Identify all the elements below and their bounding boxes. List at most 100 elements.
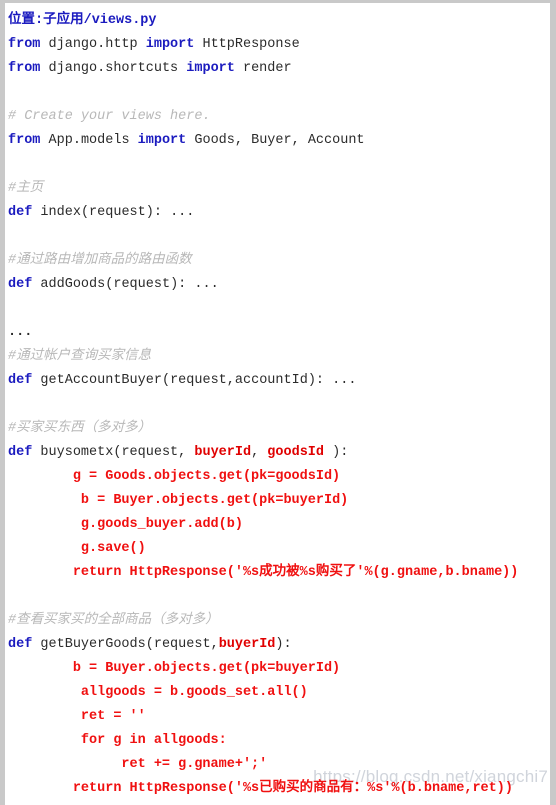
code-line-def: def getBuyerGoods(request,buyerId):: [8, 633, 550, 657]
code-line-highlight: for g in allgoods:: [8, 729, 550, 753]
code-token: request: [121, 445, 179, 460]
code-line: def addGoods(request): ...: [8, 273, 550, 297]
code-line-comment: #主页: [8, 177, 550, 201]
keyword-token: import: [137, 133, 187, 148]
code-line-comment: #通过路由增加商品的路由函数: [8, 249, 550, 273]
keyword-token: import: [186, 61, 235, 76]
code-token: (: [145, 637, 154, 652]
code-token: .: [72, 133, 81, 148]
keyword-token: from: [8, 61, 41, 76]
code-token: Buyer: [251, 133, 292, 148]
keyword-token: def: [8, 445, 33, 460]
code-line-highlight: g = Goods.objects.get(pk=goodsId): [8, 465, 550, 489]
code-line-highlight: return HttpResponse('%s成功被%s购买了'%(g.gnam…: [8, 561, 550, 585]
code-line-highlight: b = Buyer.objects.get(pk=buyerId): [8, 657, 550, 681]
code-line: from django.shortcuts import render: [8, 57, 550, 81]
code-line: def index(request): ...: [8, 201, 550, 225]
comment-text: #查看买家买的全部商品（多对多）: [8, 613, 219, 628]
code-token: buysometx: [40, 445, 114, 460]
code-token: shortcuts: [105, 61, 179, 76]
code-token: request: [153, 637, 211, 652]
code-line-comment: #通过帐户查询买家信息: [8, 345, 550, 369]
code-token: http: [105, 37, 138, 52]
code-token: request: [89, 205, 146, 220]
code-token: request: [113, 277, 171, 292]
highlighted-code: g = Goods.objects.get(pk=goodsId): [72, 469, 341, 484]
comment-text: #通过帐户查询买家信息: [8, 349, 152, 364]
keyword-token: def: [8, 373, 33, 388]
code-token: ):: [275, 637, 292, 652]
code-token: accountId: [234, 373, 308, 388]
highlighted-code: ret = '': [80, 709, 146, 724]
code-heading: 位置:子应用/views.py: [8, 9, 550, 33]
code-line-highlight: g.goods_buyer.add(b): [8, 513, 550, 537]
comment-text: #主页: [8, 181, 44, 196]
code-line-highlight: return HttpResponse('%s已购买的商品有：%s'%(b.bn…: [8, 777, 550, 801]
code-line-def: def buysometx(request, buyerId, goodsId …: [8, 441, 550, 465]
code-line-comment: #买家买东西（多对多）: [8, 417, 550, 441]
code-token: ): ...: [307, 373, 357, 388]
code-line-ellipsis: ...: [8, 321, 550, 345]
code-token: ,: [251, 445, 268, 460]
keyword-token: def: [8, 205, 33, 220]
code-line-highlight: ret = '': [8, 705, 550, 729]
code-token: (: [80, 205, 90, 220]
code-token: ,: [178, 445, 195, 460]
ellipsis-text: ...: [8, 325, 33, 340]
code-token: index: [40, 205, 81, 220]
param-token: goodsId: [267, 445, 325, 460]
param-token: buyerId: [218, 637, 276, 652]
code-token: getAccountBuyer: [40, 373, 162, 388]
code-token: ):: [324, 445, 349, 460]
code-token: HttpResponse: [202, 37, 300, 52]
code-line: def getAccountBuyer(request,accountId): …: [8, 369, 550, 393]
code-token: django: [48, 61, 98, 76]
highlighted-code: return HttpResponse('%s已购买的商品有：%s'%(b.bn…: [72, 781, 513, 796]
code-line-comment: #查看买家买的全部商品（多对多）: [8, 609, 550, 633]
highlighted-code: g.save(): [80, 541, 146, 556]
code-token: ,: [226, 373, 235, 388]
code-line-highlight: ret += g.gname+';': [8, 753, 550, 777]
heading-text: 位置:子应用/views.py: [8, 13, 157, 28]
code-block: 位置:子应用/views.py from django.http import H…: [5, 3, 550, 805]
highlighted-code: b = Buyer.objects.get(pk=buyerId): [72, 661, 341, 676]
highlighted-code: for g in allgoods:: [80, 733, 227, 748]
code-token: Account: [307, 133, 365, 148]
code-token: request: [170, 373, 227, 388]
highlighted-code: ret += g.gname+';': [121, 757, 268, 772]
code-line: from django.http import HttpResponse: [8, 33, 550, 57]
code-line-highlight: b = Buyer.objects.get(pk=buyerId): [8, 489, 550, 513]
keyword-token: from: [8, 37, 41, 52]
highlighted-code: b = Buyer.objects.get(pk=buyerId): [80, 493, 349, 508]
keyword-token: def: [8, 277, 33, 292]
code-token: (: [161, 373, 171, 388]
code-line-highlight: g.save(): [8, 537, 550, 561]
code-token: getBuyerGoods: [40, 637, 146, 652]
code-line: from App.models import Goods, Buyer, Acc…: [8, 129, 550, 153]
code-token: django: [48, 37, 98, 52]
code-line-comment: # Create your views here.: [8, 105, 550, 129]
comment-text: #买家买东西（多对多）: [8, 421, 152, 436]
code-token: render: [242, 61, 292, 76]
comment-text: #通过路由增加商品的路由函数: [8, 253, 192, 268]
code-token: App: [48, 133, 73, 148]
code-token: models: [80, 133, 130, 148]
keyword-token: from: [8, 133, 41, 148]
code-token: ): ...: [145, 205, 195, 220]
highlighted-code: g.goods_buyer.add(b): [80, 517, 243, 532]
code-line-highlight: allgoods = b.goods_set.all(): [8, 681, 550, 705]
code-token: ,: [234, 133, 252, 148]
